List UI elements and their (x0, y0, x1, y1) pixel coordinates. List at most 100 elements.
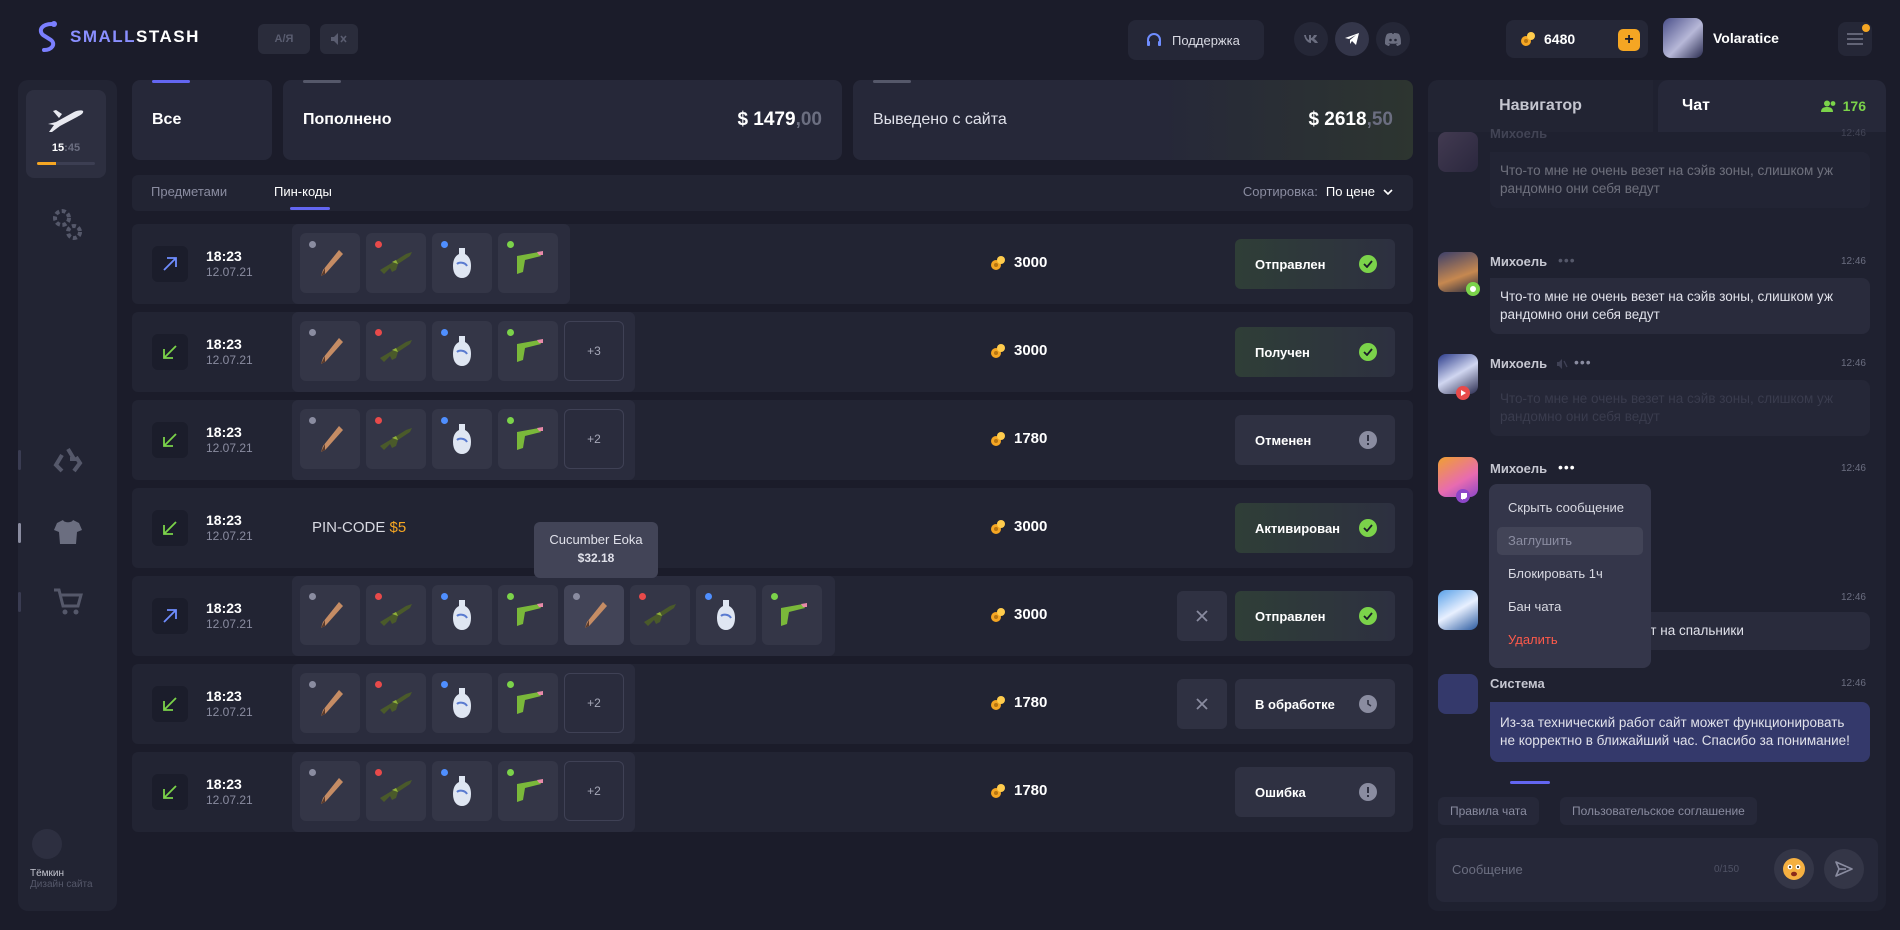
coin-icon (991, 343, 1005, 358)
weapon-icon (511, 598, 545, 632)
logo-text-stash: STASH (136, 27, 200, 46)
transaction-row[interactable]: 18:23 12.07.21 +3 3000 Получен (132, 312, 1413, 392)
sidebar-item-settings[interactable] (18, 204, 117, 244)
item-slot[interactable] (300, 321, 360, 381)
item-slot[interactable] (498, 233, 558, 293)
status-label: Отправлен (1255, 256, 1326, 272)
item-slot[interactable] (564, 585, 624, 645)
language-toggle-button[interactable]: A/Я (258, 24, 310, 54)
more-items-button[interactable]: +2 (564, 409, 624, 469)
item-slot[interactable] (366, 233, 426, 293)
check-icon (1359, 607, 1377, 625)
item-slot[interactable] (300, 585, 360, 645)
weapon-icon (449, 598, 475, 632)
more-options-icon[interactable]: ••• (1574, 354, 1592, 370)
weapon-icon (713, 598, 739, 632)
item-slot[interactable] (300, 673, 360, 733)
tab-navigator[interactable]: Навигатор (1428, 80, 1653, 132)
item-slot[interactable] (762, 585, 822, 645)
deposit-plus-button[interactable]: + (1618, 29, 1640, 51)
item-slot[interactable] (366, 585, 426, 645)
message-author[interactable]: Михоель (1490, 356, 1547, 371)
item-slot[interactable] (366, 409, 426, 469)
message-author[interactable]: Михоель (1490, 254, 1547, 269)
sort-dropdown[interactable]: Сортировка: По цене (1243, 184, 1393, 199)
weapon-icon (376, 424, 416, 454)
tab-items[interactable]: Предметами (151, 184, 227, 199)
item-slot[interactable] (300, 233, 360, 293)
item-slot[interactable] (432, 233, 492, 293)
item-slot[interactable] (432, 321, 492, 381)
discord-button[interactable] (1376, 22, 1410, 56)
sidebar-item-recycle[interactable] (18, 445, 117, 477)
more-items-button[interactable]: +2 (564, 761, 624, 821)
item-slot[interactable] (300, 761, 360, 821)
item-slot[interactable] (498, 761, 558, 821)
item-slot[interactable] (366, 673, 426, 733)
item-slot[interactable] (366, 321, 426, 381)
transaction-row[interactable]: 18:23 12.07.21 PIN-CODE $5 3000 Активирован (132, 488, 1413, 568)
support-button[interactable]: Поддержка (1128, 20, 1264, 60)
weapon-icon (376, 248, 416, 278)
message-context-menu: Скрыть сообщение Заглушить Блокировать 1… (1489, 484, 1651, 668)
cancel-button[interactable] (1177, 679, 1227, 729)
weapon-icon (511, 422, 545, 456)
stat-card-withdrawn[interactable]: Выведено с сайта $ 2618,50 (853, 80, 1413, 160)
menu-hide-message[interactable]: Скрыть сообщение (1497, 494, 1643, 522)
item-slot[interactable] (300, 409, 360, 469)
pin-code-label: PIN-CODE $5 (312, 519, 407, 536)
item-slot[interactable] (432, 761, 492, 821)
menu-block-1h[interactable]: Блокировать 1ч (1497, 560, 1643, 588)
transaction-row[interactable]: 18:23 12.07.21 3000 Отправлен (132, 224, 1413, 304)
check-icon (1359, 519, 1377, 537)
transaction-row[interactable]: 18:23 12.07.21 +2 1780 Ошибка (132, 752, 1413, 832)
menu-delete[interactable]: Удалить (1497, 626, 1643, 654)
status-badge: Отправлен (1235, 239, 1395, 289)
telegram-button[interactable] (1335, 22, 1369, 56)
message-input[interactable]: Сообщение (1452, 862, 1523, 877)
chat-rules-button[interactable]: Правила чата (1438, 797, 1539, 825)
menu-ban-chat[interactable]: Бан чата (1497, 593, 1643, 621)
online-badge-icon (1466, 282, 1480, 296)
more-items-button[interactable]: +2 (564, 673, 624, 733)
message-author[interactable]: Михоель (1490, 461, 1547, 476)
item-slot[interactable] (498, 409, 558, 469)
transaction-row[interactable]: 18:23 12.07.21 +2 1780 В обработке (132, 664, 1413, 744)
item-slot[interactable] (432, 585, 492, 645)
emoji-button[interactable] (1774, 849, 1814, 889)
item-slot[interactable] (498, 673, 558, 733)
more-options-icon-active[interactable]: ••• (1558, 459, 1576, 475)
message-author: Система (1490, 676, 1545, 691)
item-slot[interactable] (630, 585, 690, 645)
sidebar-item-clothing[interactable] (18, 518, 117, 546)
vk-button[interactable] (1294, 22, 1328, 56)
item-slot[interactable] (696, 585, 756, 645)
weapon-icon (449, 686, 475, 720)
sidebar-item-flights[interactable]: 15:45 (26, 90, 106, 178)
cancel-button[interactable] (1177, 591, 1227, 641)
weapon-icon (313, 598, 347, 632)
transaction-row[interactable]: 18:23 12.07.21 +2 1780 Отменен (132, 400, 1413, 480)
balance-widget[interactable]: 6480 + (1506, 20, 1648, 58)
item-slot[interactable] (366, 761, 426, 821)
transaction-row[interactable]: 18:23 12.07.21 3000 Отправлен (132, 576, 1413, 656)
item-slot[interactable] (432, 409, 492, 469)
stat-card-deposited[interactable]: Пополнено $ 1479,00 (283, 80, 842, 160)
more-items-button[interactable]: +3 (564, 321, 624, 381)
send-button[interactable] (1824, 849, 1864, 889)
sound-toggle-button[interactable] (320, 24, 358, 54)
rarity-dot (375, 241, 382, 248)
menu-button[interactable] (1838, 22, 1872, 56)
stat-card-all[interactable]: Все (132, 80, 272, 160)
tab-chat[interactable]: Чат 176 (1658, 80, 1886, 132)
menu-mute[interactable]: Заглушить (1497, 527, 1643, 555)
item-slot[interactable] (432, 673, 492, 733)
logo[interactable]: SMALLSTASH (34, 20, 200, 54)
user-agreement-button[interactable]: Пользовательское соглашение (1560, 797, 1757, 825)
item-slot[interactable] (498, 585, 558, 645)
user-profile[interactable]: Volaratice (1663, 18, 1779, 58)
tab-pin-codes[interactable]: Пин-коды (274, 184, 332, 199)
more-options-icon[interactable]: ••• (1558, 252, 1576, 268)
item-slot[interactable] (498, 321, 558, 381)
sidebar-item-shop[interactable] (18, 588, 117, 616)
